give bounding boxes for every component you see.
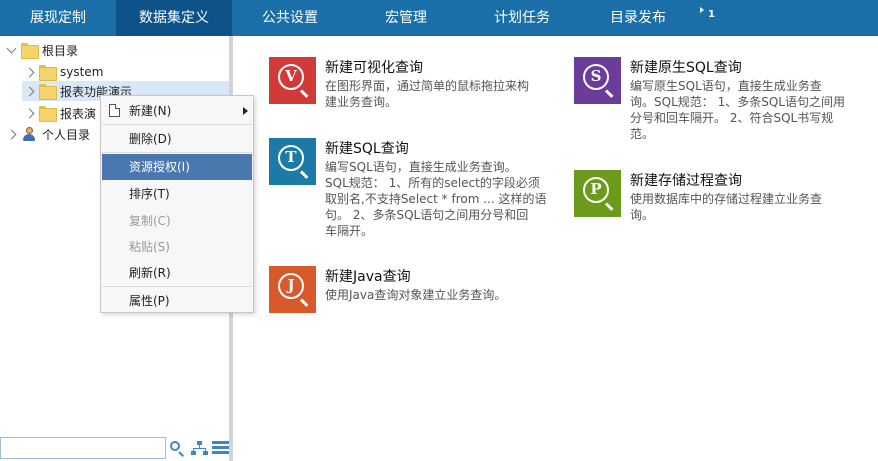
card-title: 新建原生SQL查询 (630, 60, 742, 76)
menu-item-label: 资源授权(I) (129, 160, 190, 174)
tree-node-system[interactable]: system (22, 62, 222, 82)
menu-item-label: 删除(D) (129, 132, 172, 146)
chevron-right-icon (24, 108, 34, 118)
list-view-icon[interactable] (212, 441, 229, 455)
menu-item-paste[interactable]: 粘贴(S) (102, 234, 252, 260)
tree-search-input[interactable] (0, 437, 166, 459)
card-description: 使用Java查询对象建立业务查询。 (325, 288, 507, 302)
caret-right-icon (700, 7, 704, 13)
card-sql-query[interactable]: T 新建SQL查询 编写SQL语句，直接生成业务查询。 SQL规范： 1、所有的s… (269, 138, 559, 246)
card-description: 使用数据库中的存储过程建立业务查 询。 (630, 192, 823, 222)
nav-more-count: 1 (708, 9, 715, 20)
context-menu: 新建(N) 删除(D) 资源授权(I) 排序(T) 复制(C) 粘贴(S) 刷新… (100, 95, 254, 313)
card-stored-procedure-query[interactable]: P 新建存储过程查询 使用数据库中的存储过程建立业务查 询。 (574, 170, 864, 230)
tree-node-label: system (60, 65, 104, 79)
tree-node-label: 个人目录 (42, 127, 91, 142)
card-description: 编写原生SQL语句，直接生成业务查 询。SQL规范： 1、多条SQL语句之间用 分号… (630, 79, 845, 141)
card-icon-letter: V (278, 64, 304, 90)
menu-item-label: 粘贴(S) (129, 240, 170, 254)
menu-item-new[interactable]: 新建(N) (102, 98, 252, 124)
java-query-icon: J (269, 266, 316, 313)
tree-view-icon[interactable] (191, 440, 208, 456)
expand-toggle[interactable] (22, 62, 36, 82)
expand-toggle[interactable] (4, 124, 18, 144)
card-description: 编写SQL语句，直接生成业务查询。 SQL规范： 1、所有的select的字段必须… (325, 160, 547, 238)
tree-node-report-demo-2[interactable]: 报表演 (22, 103, 100, 123)
card-visual-query[interactable]: V 新建可视化查询 在图形界面，通过简单的鼠标拖拉来构 建业务查询。 (269, 57, 549, 117)
card-icon-letter: S (583, 64, 609, 90)
menu-item-label: 新建(N) (129, 104, 172, 118)
menu-separator (102, 286, 252, 287)
folder-icon (39, 65, 57, 81)
native-sql-query-icon: S (574, 57, 621, 104)
submenu-arrow-icon (243, 107, 248, 115)
tree-node-root[interactable]: 根目录 (4, 40, 224, 60)
menu-item-properties[interactable]: 属性(P) (102, 288, 252, 314)
menu-separator (102, 152, 252, 153)
search-icon[interactable] (169, 440, 185, 457)
card-title: 新建Java查询 (325, 269, 411, 285)
chevron-right-icon (6, 129, 16, 139)
card-icon-letter: P (583, 177, 609, 203)
menu-item-resource-authorization[interactable]: 资源授权(I) (102, 154, 252, 180)
sql-query-icon: T (269, 138, 316, 185)
user-icon (21, 126, 37, 142)
nav-tab-dataset-definition[interactable]: 数据集定义 (116, 0, 232, 36)
folder-icon (39, 106, 57, 122)
chevron-right-icon (24, 67, 34, 77)
menu-item-label: 复制(C) (129, 214, 171, 228)
nav-tab-display-custom[interactable]: 展现定制 (0, 0, 116, 36)
top-nav: 展现定制 数据集定义 公共设置 宏管理 计划任务 目录发布 1 (0, 0, 878, 36)
card-title: 新建存储过程查询 (630, 173, 742, 189)
nav-tab-directory-publish[interactable]: 目录发布 (580, 0, 696, 36)
nav-more-button[interactable]: 1 (696, 0, 726, 36)
nav-tab-public-settings[interactable]: 公共设置 (232, 0, 348, 36)
chevron-right-icon (24, 86, 34, 96)
nav-tab-macro-management[interactable]: 宏管理 (348, 0, 464, 36)
folder-icon (39, 84, 57, 100)
card-icon-letter: J (278, 273, 304, 299)
menu-item-label: 刷新(R) (129, 266, 171, 280)
card-icon-letter: T (278, 145, 304, 171)
menu-item-refresh[interactable]: 刷新(R) (102, 260, 252, 286)
menu-separator (102, 124, 252, 125)
expand-toggle[interactable] (22, 81, 36, 101)
card-description: 在图形界面，通过简单的鼠标拖拉来构 建业务查询。 (325, 79, 530, 109)
tree-node-personal[interactable]: 个人目录 (4, 124, 100, 144)
expand-toggle[interactable] (22, 103, 36, 123)
new-document-icon (109, 104, 120, 117)
card-native-sql-query[interactable]: S 新建原生SQL查询 编写原生SQL语句，直接生成业务查 询。SQL规范： 1、… (574, 57, 864, 149)
card-java-query[interactable]: J 新建Java查询 使用Java查询对象建立业务查询。 (269, 266, 549, 314)
card-title: 新建SQL查询 (325, 141, 409, 157)
chevron-down-icon (6, 43, 16, 53)
menu-item-copy[interactable]: 复制(C) (102, 208, 252, 234)
menu-item-sort[interactable]: 排序(T) (102, 181, 252, 207)
folder-icon (21, 43, 39, 59)
card-title: 新建可视化查询 (325, 60, 423, 76)
menu-item-delete[interactable]: 删除(D) (102, 126, 252, 152)
collapse-toggle[interactable] (4, 40, 18, 60)
visual-query-icon: V (269, 57, 316, 104)
tree-node-label: 报表演 (60, 106, 97, 121)
nav-tab-scheduled-tasks[interactable]: 计划任务 (464, 0, 580, 36)
tree-node-label: 根目录 (42, 43, 79, 58)
menu-item-label: 属性(P) (129, 294, 170, 308)
menu-item-label: 排序(T) (129, 187, 170, 201)
stored-procedure-query-icon: P (574, 170, 621, 217)
